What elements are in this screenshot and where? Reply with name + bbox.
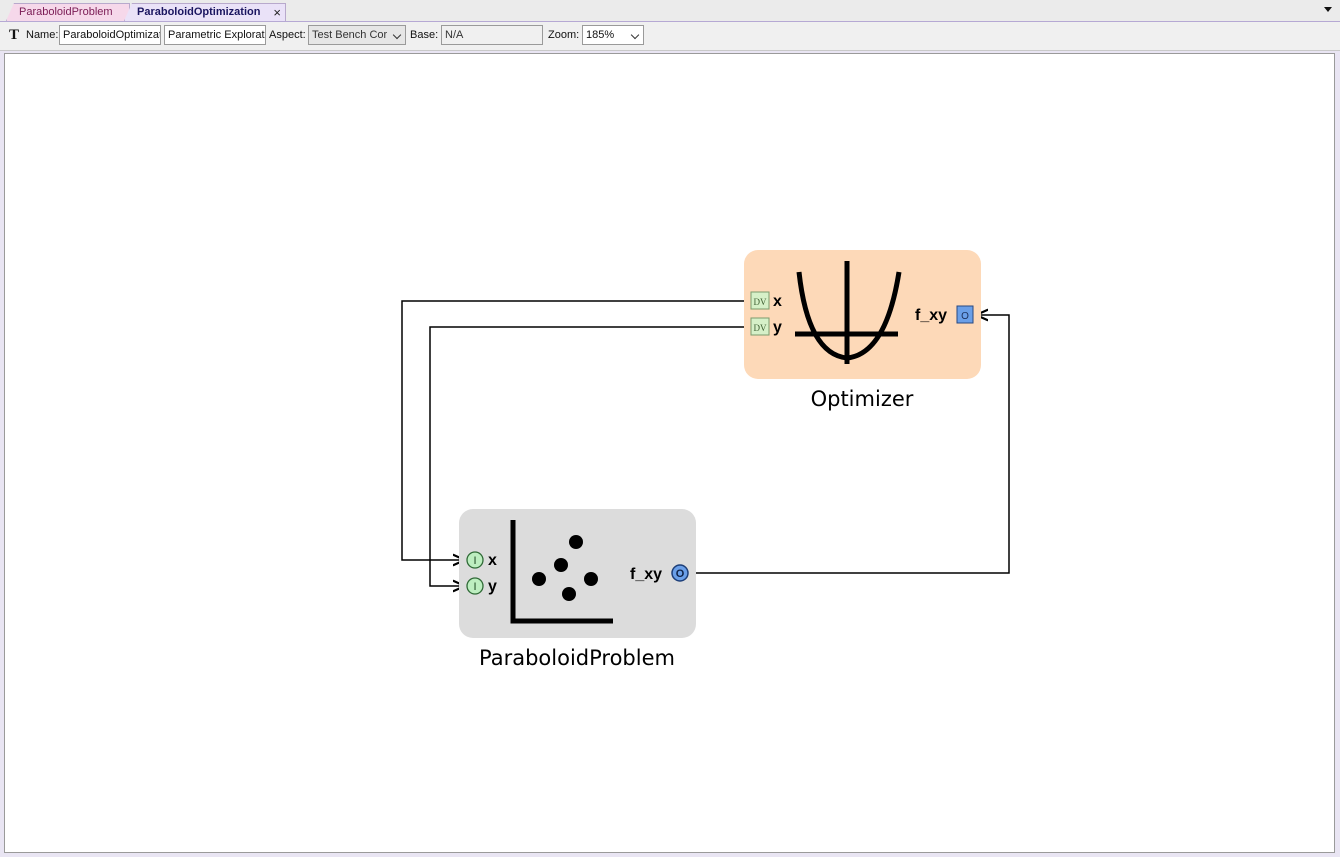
tab-label: ParaboloidOptimization (137, 6, 261, 18)
tab-paraboloid-problem[interactable]: ParaboloidProblem (6, 3, 130, 21)
aspect-select[interactable]: Test Bench Cor (308, 25, 406, 45)
optimizer-port-y-label: y (773, 319, 782, 336)
optimizer-port-x[interactable]: DV x (750, 291, 782, 310)
kind-field[interactable]: Parametric Exploratic (164, 25, 266, 45)
problem-title: ParaboloidProblem (479, 646, 675, 670)
text-tool-icon[interactable]: T (9, 27, 19, 44)
model-toolbar: T Name: ParaboloidOptimizati Parametric … (0, 22, 1340, 51)
aspect-label: Aspect: (269, 29, 306, 41)
output-badge: O (676, 568, 685, 580)
zoom-select[interactable]: 185% (582, 25, 644, 45)
close-icon[interactable]: × (273, 4, 281, 21)
name-label: Name: (26, 29, 59, 41)
problem-port-x-label: x (488, 552, 497, 569)
optimizer-title: Optimizer (811, 387, 914, 411)
problem-port-fxy-label: f_xy (630, 566, 662, 583)
optimizer-block[interactable]: DV x DV y f_xy O Optimizer (744, 250, 981, 411)
dv-badge: DV (754, 323, 767, 333)
base-label: Base: (410, 29, 439, 41)
optimizer-port-y[interactable]: DV y (750, 317, 782, 336)
diagram-svg: DV x DV y f_xy O Optimizer I x I y f_xy … (401, 250, 1010, 670)
input-badge: I (473, 581, 476, 593)
problem-port-fxy[interactable]: f_xy O (630, 564, 689, 583)
tab-list-dropdown-icon[interactable] (1324, 7, 1332, 12)
output-badge: O (961, 311, 969, 322)
dv-badge: DV (754, 297, 767, 307)
tab-paraboloid-optimization[interactable]: ParaboloidOptimization × (124, 3, 286, 21)
optimizer-port-fxy[interactable]: f_xy O (915, 305, 974, 324)
zoom-label: Zoom: (548, 29, 580, 41)
optimizer-port-x-label: x (773, 293, 782, 310)
optimizer-port-fxy-label: f_xy (915, 307, 947, 324)
diagram-canvas[interactable]: DV x DV y f_xy O Optimizer I x I y f_xy … (4, 53, 1335, 853)
tab-label: ParaboloidProblem (19, 6, 113, 18)
problem-port-y-label: y (488, 578, 497, 595)
paraboloid-problem-block[interactable]: I x I y f_xy O ParaboloidProblem (459, 509, 696, 670)
input-badge: I (473, 555, 476, 567)
base-field[interactable]: N/A (441, 25, 543, 45)
name-field[interactable]: ParaboloidOptimizati (59, 25, 161, 45)
document-tab-strip: ParaboloidProblem ParaboloidOptimization… (0, 0, 1340, 22)
